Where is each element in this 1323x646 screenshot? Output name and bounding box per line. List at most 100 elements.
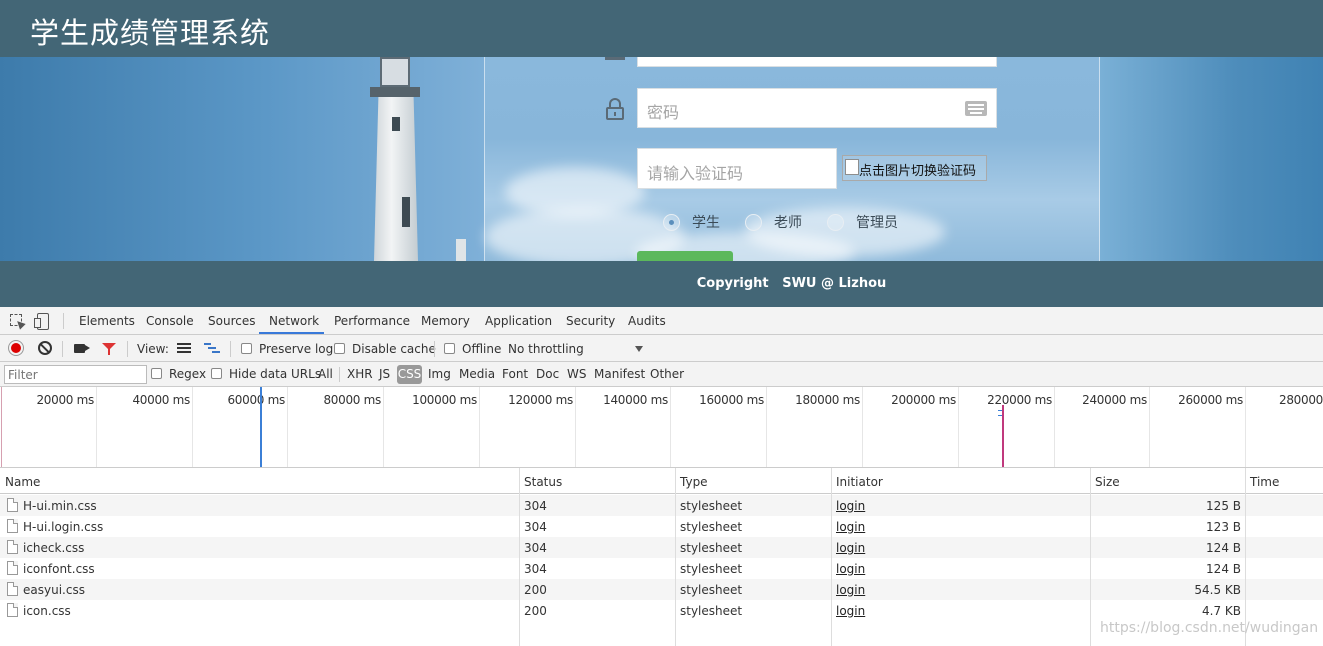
watermark: https://blog.csdn.net/wudingan [1100, 620, 1319, 636]
chevron-down-icon[interactable] [635, 346, 643, 352]
file-icon [7, 498, 18, 512]
preserve-log-checkbox[interactable] [241, 343, 252, 354]
column-header-size[interactable]: Size [1090, 468, 1245, 494]
request-initiator[interactable]: login [836, 499, 865, 513]
table-row[interactable]: easyui.css 200 stylesheet login 54.5 KB [0, 579, 1323, 600]
filter-type-all[interactable]: All [318, 367, 333, 381]
tab-memory[interactable]: Memory [421, 314, 470, 328]
filter-type-css[interactable]: CSS [397, 365, 422, 384]
role-label: 管理员 [856, 215, 898, 231]
request-initiator[interactable]: login [836, 604, 865, 618]
throttling-select[interactable]: No throttling [508, 342, 584, 356]
broken-image-icon [845, 159, 859, 175]
filter-type-manifest[interactable]: Manifest [594, 367, 645, 381]
disable-cache-label[interactable]: Disable cache [352, 342, 436, 356]
disable-cache-checkbox[interactable] [334, 343, 345, 354]
filter-type-font[interactable]: Font [502, 367, 528, 381]
table-row[interactable]: H-ui.min.css 304 stylesheet login 125 B [0, 495, 1323, 516]
request-name[interactable]: iconfont.css [23, 562, 95, 576]
column-header-initiator[interactable]: Initiator [831, 468, 1090, 494]
radio-admin[interactable] [827, 213, 844, 231]
role-student[interactable]: 学生 [663, 212, 720, 232]
tab-audits[interactable]: Audits [628, 314, 666, 328]
request-name[interactable]: easyui.css [23, 583, 85, 597]
filter-type-other[interactable]: Other [650, 367, 684, 381]
file-icon [7, 603, 18, 617]
tab-application[interactable]: Application [485, 314, 552, 328]
role-teacher[interactable]: 老师 [745, 212, 802, 232]
column-divider[interactable] [831, 468, 832, 646]
file-icon [7, 561, 18, 575]
table-row[interactable]: icon.css 200 stylesheet login 4.7 KB [0, 600, 1323, 621]
filter-type-img[interactable]: Img [428, 367, 451, 381]
request-name[interactable]: icon.css [23, 604, 71, 618]
regex-label[interactable]: Regex [169, 367, 206, 381]
tab-console[interactable]: Console [146, 314, 194, 328]
tab-elements[interactable]: Elements [79, 314, 135, 328]
request-type: stylesheet [680, 562, 743, 576]
preserve-log-label[interactable]: Preserve log [259, 342, 333, 356]
radio-student[interactable] [663, 213, 680, 231]
table-row[interactable]: H-ui.login.css 304 stylesheet login 123 … [0, 516, 1323, 537]
filter-type-ws[interactable]: WS [567, 367, 586, 381]
captcha-field[interactable]: 请输入验证码 [637, 148, 837, 189]
waterfall-icon[interactable] [204, 343, 220, 353]
tab-performance[interactable]: Performance [334, 314, 410, 328]
device-toolbar-icon[interactable] [34, 313, 50, 330]
request-initiator[interactable]: login [836, 520, 865, 534]
filter-funnel-icon[interactable] [102, 343, 116, 355]
request-name[interactable]: H-ui.min.css [23, 499, 97, 513]
column-header-name[interactable]: Name [0, 468, 519, 494]
role-admin[interactable]: 管理员 [827, 212, 898, 232]
app-header: 学生成绩管理系统 [0, 0, 1323, 57]
tab-sources[interactable]: Sources [208, 314, 255, 328]
column-divider[interactable] [1090, 468, 1091, 646]
large-rows-icon[interactable] [177, 343, 191, 353]
hide-data-urls-label[interactable]: Hide data URLs [229, 367, 321, 381]
filter-type-js[interactable]: JS [379, 367, 390, 381]
inspect-element-icon[interactable] [9, 313, 25, 329]
request-size: 123 B [1206, 520, 1241, 534]
timeline-tick: 40000 ms [132, 393, 190, 407]
timeline-tick: 80000 ms [323, 393, 381, 407]
offline-checkbox[interactable] [444, 343, 455, 354]
username-field[interactable] [637, 57, 997, 67]
column-divider[interactable] [519, 468, 520, 646]
tab-network[interactable]: Network [269, 314, 319, 328]
timeline-tick: 100000 ms [412, 393, 477, 407]
password-field[interactable]: 密码 [637, 88, 997, 128]
filter-input[interactable] [4, 365, 147, 384]
keyboard-icon[interactable] [965, 101, 987, 116]
request-initiator[interactable]: login [836, 541, 865, 555]
radio-teacher[interactable] [745, 213, 762, 231]
request-initiator[interactable]: login [836, 583, 865, 597]
network-toolbar: View: Preserve log Disable cache Offline… [0, 335, 1323, 362]
column-header-time[interactable]: Time [1245, 468, 1323, 494]
filter-type-media[interactable]: Media [459, 367, 495, 381]
column-header-status[interactable]: Status [519, 468, 675, 494]
screenshot-camera-icon[interactable] [74, 344, 85, 353]
tab-security[interactable]: Security [566, 314, 615, 328]
captcha-alt-text: 点击图片切换验证码 [859, 164, 977, 179]
request-initiator[interactable]: login [836, 562, 865, 576]
record-icon[interactable] [9, 341, 23, 355]
timeline-tick: 20000 ms [36, 393, 94, 407]
table-row[interactable]: iconfont.css 304 stylesheet login 124 B [0, 558, 1323, 579]
column-divider[interactable] [675, 468, 676, 646]
table-row[interactable]: icheck.css 304 stylesheet login 124 B [0, 537, 1323, 558]
regex-checkbox[interactable] [151, 368, 162, 379]
request-size: 124 B [1206, 541, 1241, 555]
captcha-image[interactable]: 点击图片切换验证码 [842, 155, 987, 181]
role-label: 学生 [692, 215, 720, 231]
clear-icon[interactable] [38, 341, 52, 355]
column-header-type[interactable]: Type [675, 468, 831, 494]
login-button[interactable] [637, 251, 733, 261]
network-overview-timeline[interactable]: 20000 ms 40000 ms 60000 ms 80000 ms 1000… [0, 387, 1323, 468]
app-viewport: 学生成绩管理系统 密码 请输入验证码 点击图片切换验证码 学生 老师 管理员 C… [0, 0, 1323, 307]
hide-data-urls-checkbox[interactable] [211, 368, 222, 379]
filter-type-xhr[interactable]: XHR [347, 367, 373, 381]
offline-label[interactable]: Offline [462, 342, 501, 356]
request-name[interactable]: icheck.css [23, 541, 84, 555]
filter-type-doc[interactable]: Doc [536, 367, 559, 381]
request-name[interactable]: H-ui.login.css [23, 520, 103, 534]
